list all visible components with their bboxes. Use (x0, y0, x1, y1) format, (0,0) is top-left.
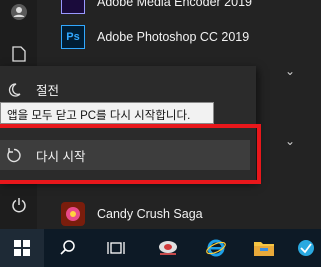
chevron-down-icon[interactable]: ⌄ (285, 134, 295, 148)
windows-logo-icon (14, 240, 30, 256)
adobe-photoshop-icon: Ps (61, 25, 85, 49)
file-explorer-button[interactable] (244, 229, 284, 267)
adobe-media-encoder-icon (61, 0, 85, 14)
search-button[interactable] (48, 229, 88, 267)
folder-icon (254, 242, 274, 256)
power-icon[interactable] (9, 195, 28, 214)
task-view-icon (107, 242, 125, 254)
app-icon (297, 240, 314, 256)
app-label: Candy Crush Saga (97, 207, 203, 221)
highlight-box (0, 124, 261, 184)
restart-tooltip: 앱을 모두 닫고 PC를 다시 시작합니다. (0, 102, 214, 124)
sleep-label: 절전 (36, 84, 60, 98)
internet-explorer-icon (206, 239, 226, 257)
task-view-button[interactable] (96, 229, 136, 267)
internet-explorer-button[interactable] (196, 229, 236, 267)
documents-icon[interactable] (9, 44, 28, 63)
candy-crush-icon (61, 202, 85, 226)
app-item-media-encoder[interactable]: Adobe Media Encoder 2019 (61, 0, 252, 14)
app-item-photoshop[interactable]: Ps Adobe Photoshop CC 2019 (61, 25, 249, 49)
start-button[interactable] (0, 229, 44, 267)
taskbar-app-button[interactable] (148, 229, 188, 267)
taskbar-app-button[interactable] (290, 229, 321, 267)
app-label: Adobe Photoshop CC 2019 (97, 30, 250, 44)
taskbar (0, 229, 321, 267)
search-icon (60, 240, 75, 255)
app-icon (159, 241, 177, 255)
app-item-candy-crush[interactable]: Candy Crush Saga (61, 202, 203, 226)
user-icon[interactable] (9, 2, 28, 21)
app-label: Adobe Media Encoder 2019 (97, 0, 252, 9)
moon-icon (8, 82, 21, 97)
chevron-down-icon[interactable]: ⌄ (285, 64, 295, 78)
sleep-item[interactable]: 절전 (6, 80, 59, 99)
